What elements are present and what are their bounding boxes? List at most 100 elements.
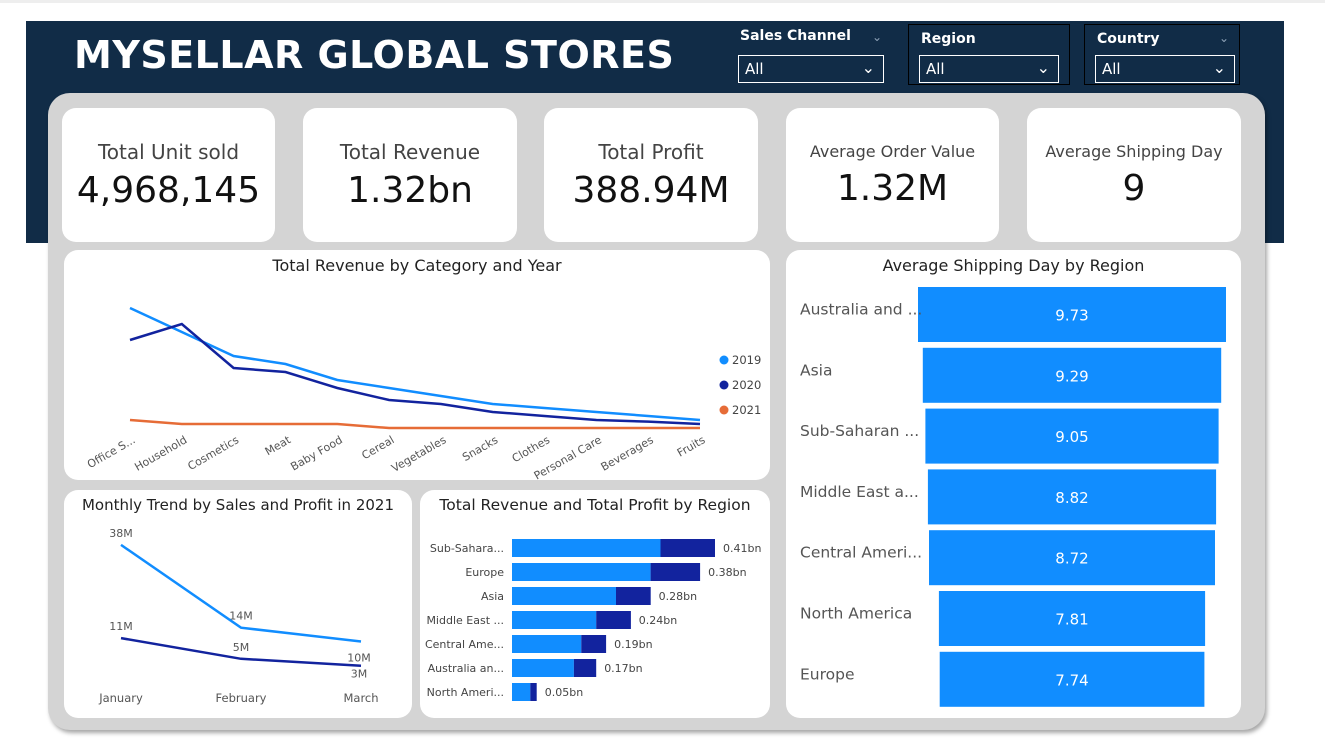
kpi-average-shipping-day[interactable]: Average Shipping Day 9: [1027, 108, 1241, 242]
data-label: 8.82: [1055, 489, 1088, 507]
bar-total-profit[interactable]: [650, 563, 701, 581]
data-label: 0.17bn: [604, 662, 642, 675]
series-line-sales[interactable]: [120, 543, 362, 643]
x-tick-label: Vegetables: [389, 433, 448, 475]
revenue-profit-by-region-card[interactable]: Total Revenue and Total Profit by Region…: [420, 490, 770, 718]
y-tick-label: Sub-Saharan ...: [800, 422, 919, 440]
slicer-country[interactable]: Country ⌄ All ⌄: [1084, 24, 1240, 85]
legend-label: 2021: [732, 403, 761, 417]
x-tick-label: Fruits: [675, 433, 708, 459]
shipping-day-by-region-card[interactable]: Average Shipping Day by Region 9.73 Austr…: [786, 250, 1241, 718]
y-tick-label: Central Ame...: [425, 638, 504, 651]
data-label: 8.72: [1055, 550, 1088, 568]
bar-total-revenue[interactable]: [512, 683, 531, 701]
chevron-down-icon[interactable]: ⌄: [1213, 58, 1226, 77]
y-tick-label: Europe: [465, 566, 504, 579]
bar-total-revenue[interactable]: [512, 659, 574, 677]
kpi-total-revenue[interactable]: Total Revenue 1.32bn: [303, 108, 517, 242]
data-label: 38M: [109, 527, 133, 540]
data-label: 9.73: [1055, 307, 1088, 325]
bar-total-profit[interactable]: [660, 539, 716, 557]
data-label: 10M: [347, 652, 371, 665]
kpi-value: 1.32bn: [347, 170, 473, 211]
x-tick-label: Cosmetics: [185, 433, 241, 473]
x-tick-label: Household: [132, 433, 189, 473]
kpi-average-order-value[interactable]: Average Order Value 1.32M: [786, 108, 999, 242]
top-divider: [0, 0, 1325, 3]
y-tick-label: Australia an...: [428, 662, 504, 675]
kpi-total-units[interactable]: Total Unit sold 4,968,145: [62, 108, 275, 242]
slicer-label: Region: [921, 31, 976, 47]
bar-total-profit[interactable]: [573, 659, 597, 677]
x-tick-label: Beverages: [599, 433, 656, 474]
legend-marker: [719, 355, 729, 365]
data-label: 14M: [229, 610, 253, 623]
kpi-total-profit[interactable]: Total Profit 388.94M: [544, 108, 758, 242]
data-label: 7.81: [1055, 611, 1088, 629]
chevron-down-icon[interactable]: ⌄: [1219, 31, 1229, 45]
y-tick-label: North Ameri...: [427, 686, 504, 699]
y-tick-label: Central Ameri...: [800, 544, 922, 562]
bar-total-profit[interactable]: [530, 683, 537, 701]
revenue-profit-by-region-chart[interactable]: Sub-Sahara... 0.41bn Europe 0.38bn Asia 0.28b…: [420, 490, 770, 718]
bar-total-profit[interactable]: [596, 611, 631, 629]
bar-total-revenue[interactable]: [512, 587, 616, 605]
data-label: 5M: [233, 641, 250, 654]
y-tick-label: Asia: [800, 361, 832, 379]
chevron-down-icon[interactable]: ⌄: [1037, 58, 1050, 77]
kpi-value: 1.32M: [836, 168, 949, 209]
bar-total-revenue[interactable]: [512, 539, 661, 557]
bar-total-profit[interactable]: [581, 635, 607, 653]
y-tick-label: North America: [800, 605, 912, 623]
kpi-value: 388.94M: [572, 170, 730, 211]
slicer-dropdown[interactable]: All ⌄: [1095, 55, 1235, 83]
kpi-value: 4,968,145: [76, 170, 261, 211]
slicer-region[interactable]: Region All ⌄: [908, 24, 1070, 85]
data-label: 3M: [351, 668, 368, 681]
x-tick-label: Office S...: [85, 433, 137, 471]
data-label: 0.24bn: [639, 614, 677, 627]
x-tick-label: Meat: [263, 433, 294, 458]
kpi-label: Total Revenue: [339, 140, 481, 164]
y-tick-label: Middle East a...: [800, 483, 919, 501]
data-label: 0.19bn: [614, 638, 652, 651]
shipping-day-by-region-chart[interactable]: 9.73 Australia and ... 9.29 Asia 9.05 Sub-Sah…: [786, 250, 1241, 718]
data-label: 7.74: [1055, 671, 1088, 689]
data-label: 11M: [109, 620, 133, 633]
slicer-label: Country: [1097, 31, 1160, 47]
legend-label: 2019: [732, 353, 761, 367]
kpi-label: Average Order Value: [809, 142, 976, 161]
bar-total-revenue[interactable]: [512, 563, 651, 581]
bar-total-revenue[interactable]: [512, 635, 582, 653]
monthly-trend-card[interactable]: Monthly Trend by Sales and Profit in 202…: [64, 490, 412, 718]
y-tick-label: Australia and ...: [800, 301, 922, 319]
monthly-trend-chart[interactable]: 38M 14M 10M 11M 5M 3M January February March: [64, 490, 412, 718]
slicer-value: All: [926, 60, 945, 78]
slicer-sales-channel[interactable]: Sales Channel ⌄ All ⌄: [738, 26, 884, 83]
chevron-down-icon[interactable]: ⌄: [872, 30, 882, 44]
slicer-label: Sales Channel: [740, 28, 851, 44]
y-tick-label: Europe: [800, 665, 855, 683]
legend-marker: [719, 380, 729, 390]
revenue-by-category-card[interactable]: Total Revenue by Category and Year 2019 2…: [64, 250, 770, 480]
data-label: 0.05bn: [545, 686, 583, 699]
x-tick-label: Baby Food: [288, 433, 344, 473]
data-label: 9.05: [1055, 428, 1088, 446]
y-tick-label: Sub-Sahara...: [430, 542, 504, 555]
series-line-2020[interactable]: [129, 322, 701, 426]
slicer-value: All: [745, 60, 764, 78]
kpi-label: Total Unit sold: [97, 140, 240, 164]
kpi-label: Total Profit: [598, 140, 704, 164]
revenue-by-category-chart[interactable]: 2019 2020 2021 Office S...HouseholdCosmetic…: [64, 250, 770, 480]
chevron-down-icon[interactable]: ⌄: [862, 58, 875, 77]
data-label: 0.38bn: [708, 566, 746, 579]
bar-total-profit[interactable]: [616, 587, 651, 605]
y-tick-label: Middle East ...: [426, 614, 504, 627]
y-tick-label: Asia: [481, 590, 504, 603]
bar-total-revenue[interactable]: [512, 611, 597, 629]
data-label: 0.28bn: [659, 590, 697, 603]
slicer-dropdown[interactable]: All ⌄: [919, 55, 1059, 83]
slicer-dropdown[interactable]: All ⌄: [738, 55, 884, 83]
legend-marker: [719, 405, 729, 415]
x-tick-label: February: [216, 691, 267, 705]
